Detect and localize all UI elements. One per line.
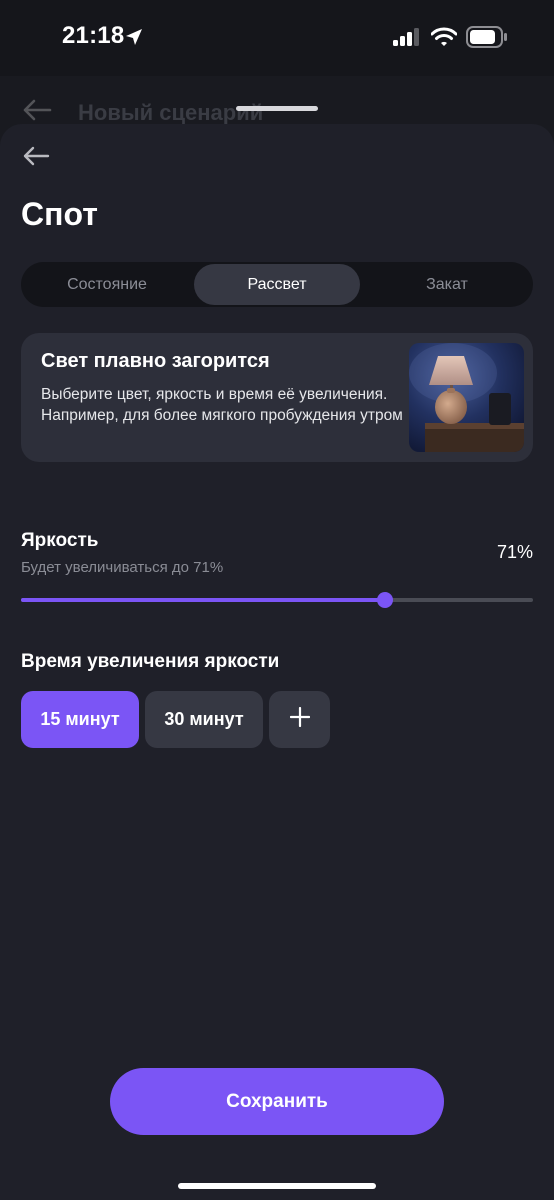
arrow-left-icon	[22, 145, 50, 172]
tab-sunrise[interactable]: Рассвет	[194, 264, 360, 305]
add-duration-button[interactable]	[269, 691, 330, 748]
status-time: 21:18	[62, 22, 125, 49]
duration-option-30[interactable]: 30 минут	[145, 691, 263, 748]
location-arrow-icon	[124, 27, 144, 52]
brightness-value: 71%	[496, 542, 533, 562]
wifi-icon	[430, 27, 458, 52]
battery-icon	[466, 26, 508, 53]
cellular-signal-icon	[393, 28, 423, 51]
brightness-label: Яркость	[21, 530, 99, 551]
background-screen-title: Новый сценарий	[78, 100, 264, 125]
brightness-slider[interactable]	[21, 592, 533, 608]
duration-option-15[interactable]: 15 минут	[21, 691, 139, 748]
info-card: Свет плавно загорится Выберите цвет, ярк…	[21, 333, 533, 462]
status-bar: 21:18	[0, 0, 554, 76]
plus-icon	[289, 706, 310, 732]
slider-fill	[21, 598, 385, 602]
tab-sunset[interactable]: Закат	[363, 264, 531, 305]
info-card-title: Свет плавно загорится	[41, 350, 270, 372]
duration-label: Время увеличения яркости	[21, 651, 280, 672]
scenario-sheet: Спот Состояние Рассвет Закат Свет плавно…	[0, 124, 554, 1200]
save-button[interactable]: Сохранить	[110, 1068, 444, 1135]
info-card-text: Выберите цвет, яркость и время её увелич…	[41, 386, 403, 424]
sheet-grabber[interactable]	[236, 106, 318, 111]
arrow-left-icon	[22, 98, 52, 127]
back-button[interactable]	[18, 142, 54, 174]
mode-tabs: Состояние Рассвет Закат	[21, 262, 533, 307]
slider-thumb[interactable]	[376, 592, 393, 608]
tab-state[interactable]: Состояние	[23, 264, 191, 305]
home-indicator	[178, 1183, 376, 1189]
lamp-illustration	[409, 343, 524, 452]
brightness-subtitle: Будет увеличиваться до 71%	[21, 559, 224, 576]
page-title: Спот	[21, 196, 98, 232]
